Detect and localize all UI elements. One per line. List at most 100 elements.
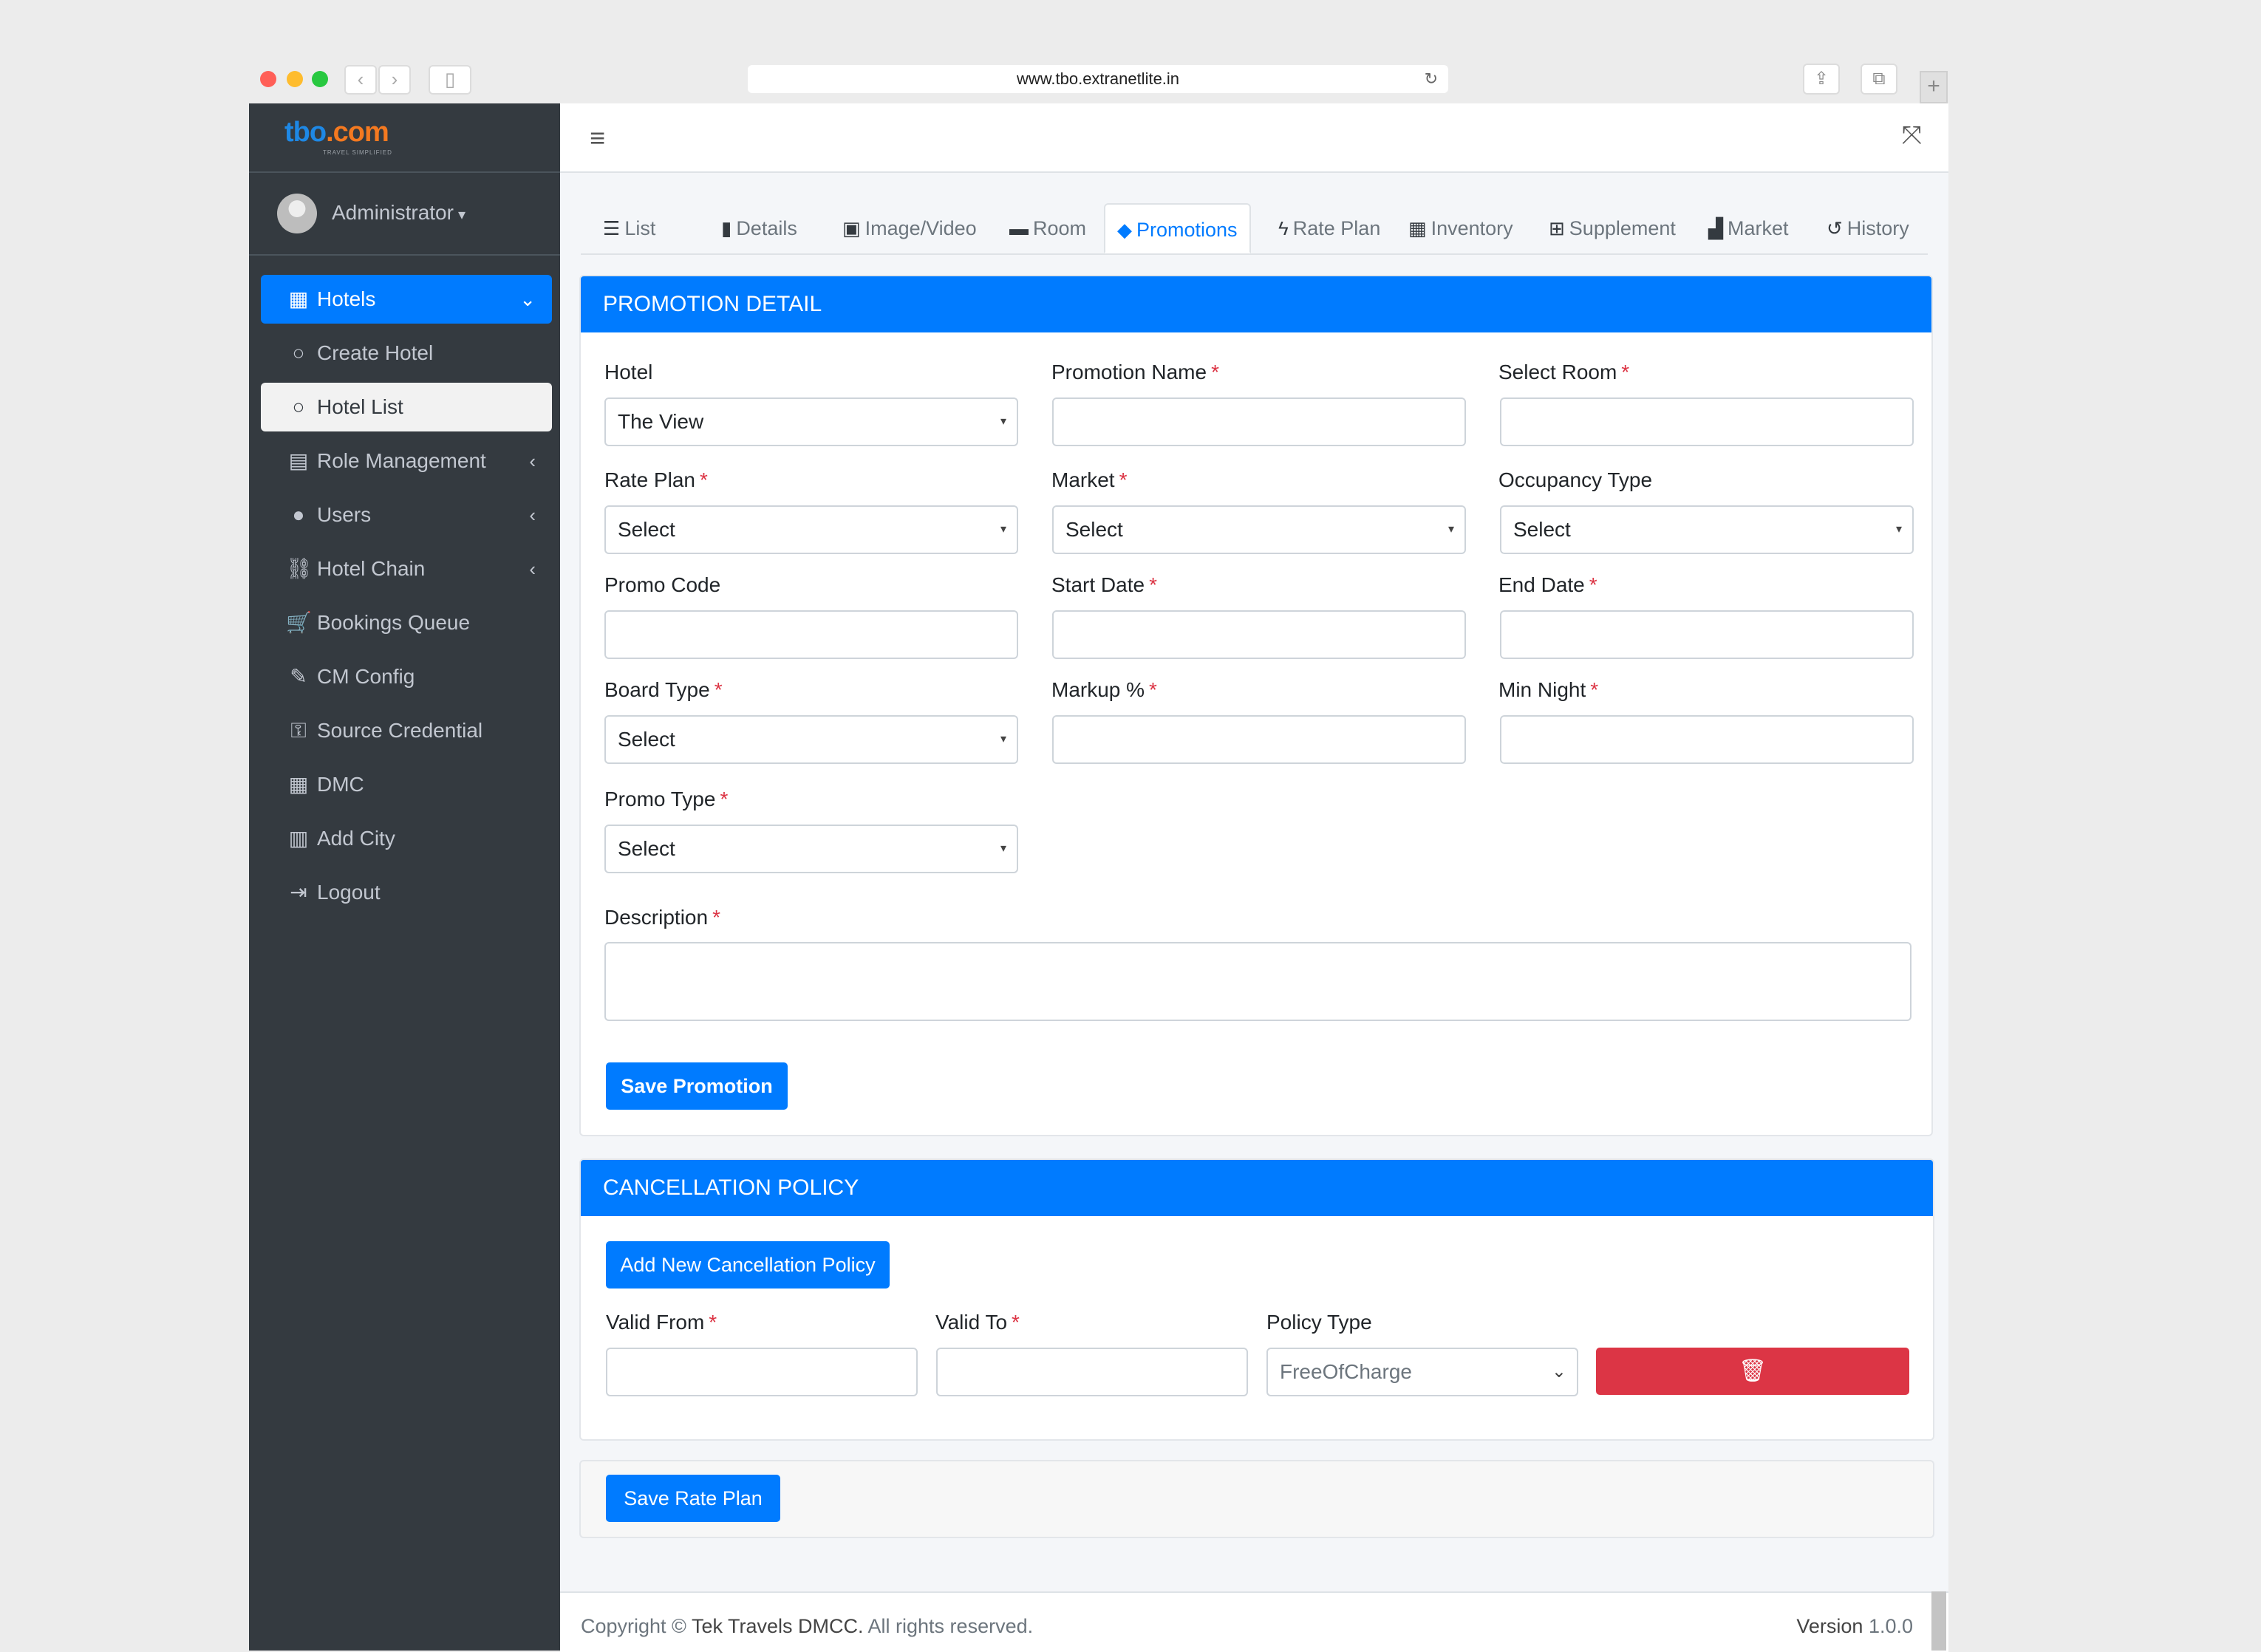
fullscreen-icon[interactable]: ⤧ bbox=[1902, 121, 1922, 150]
save-rate-plan-button[interactable]: Save Rate Plan bbox=[606, 1475, 780, 1522]
caret-down-icon: ▾ bbox=[1000, 523, 1006, 536]
bolt-icon: ϟ bbox=[1278, 217, 1289, 239]
user-name: Administrator bbox=[332, 201, 454, 224]
back-icon[interactable]: ‹ bbox=[344, 65, 377, 95]
address-bar[interactable]: www.tbo.extranetlite.in ↻ bbox=[748, 65, 1448, 93]
sidebar-item-dmc[interactable]: ▦ DMC bbox=[261, 760, 552, 809]
tab-inventory[interactable]: ▦ Inventory bbox=[1408, 203, 1513, 253]
tab-promotions[interactable]: ◆ Promotions bbox=[1104, 203, 1251, 253]
market-select[interactable]: Select ▾ bbox=[1052, 505, 1466, 554]
required-marker: * bbox=[1149, 678, 1157, 701]
sidebar-item-logout[interactable]: ⇥ Logout bbox=[261, 868, 552, 917]
sidebar-item-bookings-queue[interactable]: 🛒 Bookings Queue bbox=[261, 598, 552, 647]
delete-policy-button[interactable]: 🗑 bbox=[1596, 1348, 1909, 1395]
forward-icon[interactable]: › bbox=[378, 65, 411, 95]
file-icon: ▮ bbox=[721, 217, 732, 239]
brand: tbo.com TRAVEL SIMPLIFIED bbox=[249, 103, 560, 173]
sidebar-item-source-credential[interactable]: ⚿ Source Credential bbox=[261, 706, 552, 755]
caret-down-icon: ▾ bbox=[1000, 842, 1006, 855]
required-marker: * bbox=[699, 468, 708, 491]
sidebar-item-label: Hotel List bbox=[317, 395, 403, 418]
hotel-label: Hotel bbox=[604, 361, 652, 384]
valid-to-label: Valid To * bbox=[935, 1311, 1020, 1334]
promotion-name-input[interactable] bbox=[1052, 397, 1466, 446]
policy-type-select[interactable]: FreeOfCharge ⌄ bbox=[1266, 1348, 1578, 1396]
sidebar-item-users[interactable]: ● Users ‹ bbox=[261, 491, 552, 539]
rate-plan-select[interactable]: Select ▾ bbox=[604, 505, 1018, 554]
valid-to-input[interactable] bbox=[936, 1348, 1248, 1396]
required-marker: * bbox=[720, 788, 729, 810]
caret-down-icon: ▾ bbox=[1000, 733, 1006, 745]
required-marker: * bbox=[1119, 468, 1128, 491]
label-text: Occupancy Type bbox=[1498, 468, 1653, 491]
tab-supplement[interactable]: ⊞ Supplement bbox=[1549, 203, 1676, 253]
save-rate-plan-panel bbox=[579, 1460, 1934, 1538]
label-text: Min Night bbox=[1498, 678, 1586, 701]
sidebar-item-add-city[interactable]: ▥ Add City bbox=[261, 814, 552, 863]
tab-rate-plan[interactable]: ϟ Rate Plan bbox=[1278, 203, 1380, 253]
caret-down-icon: ▾ bbox=[1000, 415, 1006, 428]
user-menu[interactable]: Administrator ▾ bbox=[332, 201, 466, 225]
history-icon: ↺ bbox=[1827, 217, 1843, 239]
sidebar-item-label: Role Management bbox=[317, 449, 486, 472]
select-value: Select bbox=[1065, 518, 1123, 541]
boxes-icon: ▦ bbox=[1408, 217, 1427, 239]
select-value: The View bbox=[618, 410, 704, 433]
menu-icon[interactable]: ≡ bbox=[590, 123, 605, 154]
required-marker: * bbox=[1149, 573, 1157, 596]
tab-list[interactable]: ☰ List bbox=[603, 203, 655, 253]
minimize-window-button[interactable] bbox=[287, 71, 303, 87]
sidebar-item-hotel-chain[interactable]: ⛓ Hotel Chain ‹ bbox=[261, 545, 552, 593]
end-date-input[interactable] bbox=[1500, 610, 1914, 659]
close-window-button[interactable] bbox=[260, 71, 276, 87]
tab-details[interactable]: ▮ Details bbox=[721, 203, 797, 253]
label-text: Hotel bbox=[604, 361, 653, 383]
promo-code-input[interactable] bbox=[604, 610, 1018, 659]
promo-type-select[interactable]: Select ▾ bbox=[604, 825, 1018, 873]
reload-icon[interactable]: ↻ bbox=[1425, 65, 1438, 93]
share-icon[interactable]: ⇪ bbox=[1803, 64, 1840, 95]
tabs-overview-icon[interactable]: ⧉ bbox=[1861, 64, 1897, 95]
building-icon: ▦ bbox=[288, 287, 309, 310]
select-room-input[interactable] bbox=[1500, 397, 1914, 446]
occupancy-type-label: Occupancy Type bbox=[1498, 468, 1652, 492]
tags-icon: ◆ bbox=[1117, 219, 1132, 241]
tab-history[interactable]: ↺ History bbox=[1827, 203, 1909, 253]
tab-market[interactable]: ▟ Market bbox=[1708, 203, 1789, 253]
maximize-window-button[interactable] bbox=[312, 71, 328, 87]
brand-tagline: TRAVEL SIMPLIFIED bbox=[323, 149, 392, 156]
chevron-left-icon: ‹ bbox=[529, 558, 536, 580]
save-promotion-button[interactable]: Save Promotion bbox=[606, 1062, 788, 1110]
required-marker: * bbox=[1590, 678, 1599, 701]
sign-out-icon: ⇥ bbox=[290, 881, 307, 904]
sidebar-toggle-icon[interactable]: ▯ bbox=[429, 65, 471, 95]
version-value: 1.0.0 bbox=[1868, 1615, 1913, 1637]
tab-room[interactable]: ▬ Room bbox=[1009, 203, 1086, 253]
markup-input[interactable] bbox=[1052, 715, 1466, 764]
occupancy-type-select[interactable]: Select ▾ bbox=[1500, 505, 1914, 554]
sidebar-item-create-hotel[interactable]: ○ Create Hotel bbox=[261, 329, 552, 378]
valid-from-input[interactable] bbox=[606, 1348, 918, 1396]
required-marker: * bbox=[1012, 1311, 1020, 1334]
brand-logo[interactable]: tbo.com bbox=[284, 117, 389, 149]
tab-image-video[interactable]: ▣ Image/Video bbox=[842, 203, 977, 253]
scrollbar[interactable] bbox=[1931, 1591, 1946, 1651]
sidebar-item-hotel-list[interactable]: ○ Hotel List bbox=[261, 383, 552, 431]
add-cancellation-policy-button[interactable]: Add New Cancellation Policy bbox=[606, 1241, 890, 1289]
min-night-input[interactable] bbox=[1500, 715, 1914, 764]
hotel-select[interactable]: The View ▾ bbox=[604, 397, 1018, 446]
select-value: Select bbox=[618, 518, 675, 541]
start-date-label: Start Date * bbox=[1051, 573, 1157, 597]
version-text: Version 1.0.0 bbox=[1796, 1615, 1913, 1638]
sidebar-item-cm-config[interactable]: ✎ CM Config bbox=[261, 652, 552, 701]
sidebar-item-label: Logout bbox=[317, 881, 381, 904]
board-type-select[interactable]: Select ▾ bbox=[604, 715, 1018, 764]
sidebar-item-role-management[interactable]: ▤ Role Management ‹ bbox=[261, 437, 552, 485]
sidebar-item-hotels[interactable]: ▦ Hotels ⌄ bbox=[261, 275, 552, 324]
start-date-input[interactable] bbox=[1052, 610, 1466, 659]
new-tab-icon[interactable]: + bbox=[1920, 71, 1948, 103]
label-text: Markup % bbox=[1051, 678, 1145, 701]
sidebar-item-label: Hotel Chain bbox=[317, 557, 426, 580]
key-icon: ⚿ bbox=[290, 719, 307, 742]
description-textarea[interactable] bbox=[604, 942, 1912, 1021]
